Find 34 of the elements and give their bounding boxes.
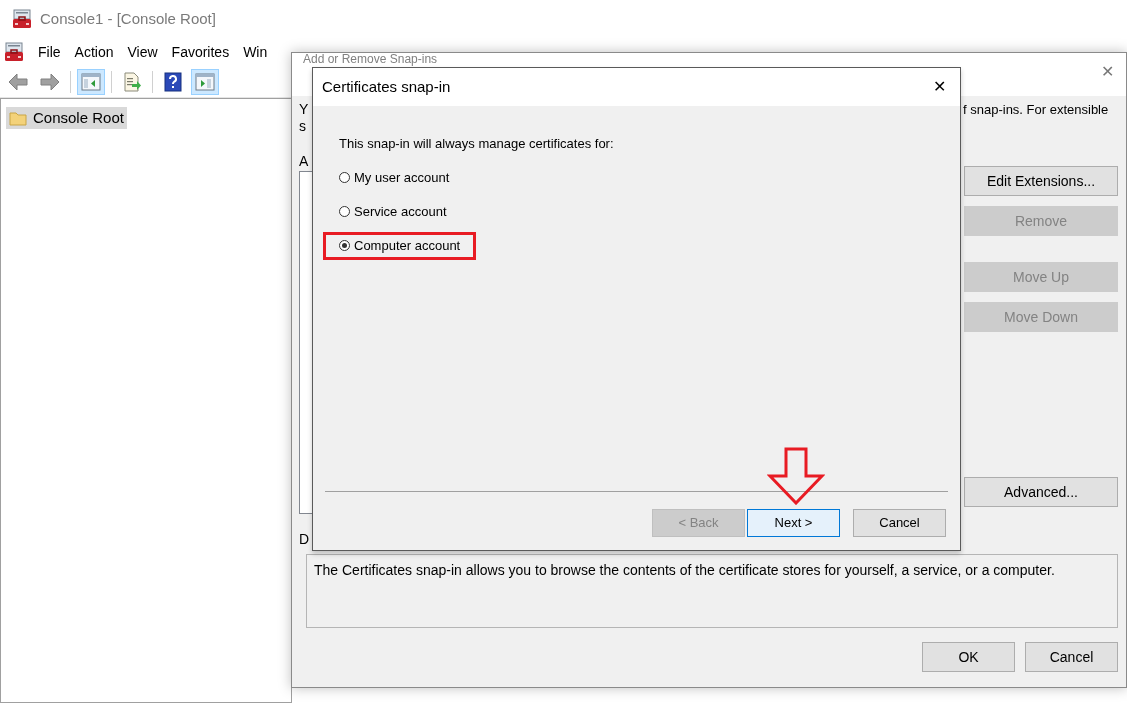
menu-item[interactable]: File (38, 41, 61, 63)
menu-item[interactable]: Favorites (171, 41, 230, 63)
dialog-button[interactable]: Cancel (853, 509, 946, 537)
folder-icon (9, 110, 27, 126)
menu-item[interactable]: Action (74, 41, 114, 63)
dialog-button[interactable]: Advanced... (964, 477, 1118, 507)
dialog-button[interactable]: Cancel (1025, 642, 1118, 672)
window-title: Console1 - [Console Root] (40, 8, 216, 29)
intro-text: f snap-ins. For extensible (963, 101, 1109, 118)
dialog-button[interactable]: OK (922, 642, 1015, 672)
description-box: The Certificates snap-in allows you to browse the contents of the certificate stores for yourself, a service, or a computer. (306, 554, 1118, 628)
radio-button[interactable] (339, 172, 350, 183)
dialog-button[interactable]: Next > (747, 509, 840, 537)
close-icon[interactable]: ✕ (933, 75, 946, 99)
window-pane-icon[interactable] (77, 68, 105, 95)
radio-button[interactable] (339, 240, 350, 251)
dialog-title: Add or Remove Snap-ins (303, 53, 438, 66)
toolbox-icon (4, 42, 24, 62)
menu-item[interactable]: Win (243, 41, 268, 63)
dialog-button[interactable]: Edit Extensions... (964, 166, 1118, 196)
description-label: D (299, 531, 311, 548)
intro-text: s (299, 118, 307, 135)
radio-button[interactable] (339, 206, 350, 217)
menu-item[interactable]: View (127, 41, 158, 63)
close-icon[interactable]: ✕ (1101, 60, 1114, 84)
radio-option[interactable]: Service account (339, 201, 447, 222)
toolbox-icon (12, 9, 32, 29)
radio-option[interactable]: Computer account (339, 235, 461, 256)
radio-option[interactable]: My user account (339, 167, 450, 188)
list-label: A (299, 153, 310, 170)
dialog-title: Certificates snap-in (322, 76, 451, 97)
tree-item[interactable]: Console Root (6, 107, 127, 129)
intro-text: Y (299, 101, 310, 118)
prompt-text: This snap-in will always manage certificates for: (339, 135, 615, 153)
